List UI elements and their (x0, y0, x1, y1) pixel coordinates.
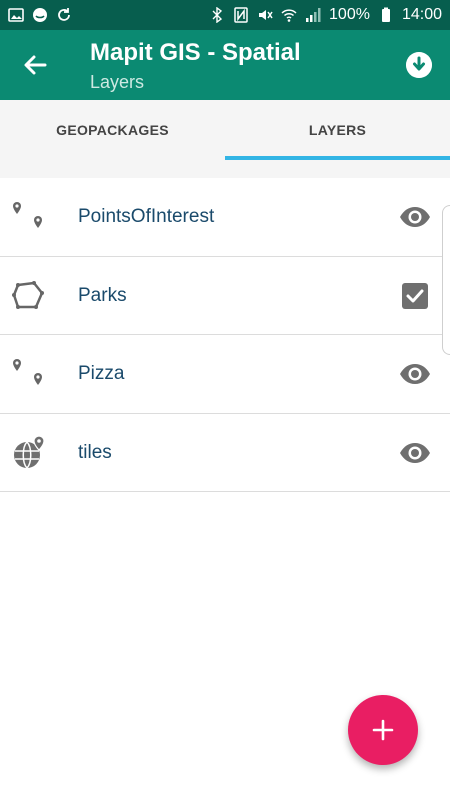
add-layer-button[interactable] (348, 695, 418, 765)
layer-name: tiles (78, 441, 112, 463)
tab-bar: GEOPACKAGES LAYERS (0, 100, 450, 178)
eye-icon[interactable] (398, 359, 432, 389)
checkbox-checked-icon[interactable] (398, 281, 432, 311)
points-icon (13, 359, 42, 385)
layer-row-pizza[interactable]: Pizza (0, 335, 450, 414)
download-icon[interactable] (406, 52, 432, 78)
tab-selected-indicator (225, 156, 450, 160)
layer-row-tiles[interactable]: tiles (0, 414, 450, 492)
battery-icon (381, 7, 390, 22)
eye-icon[interactable] (398, 438, 432, 468)
bluetooth-icon (212, 7, 223, 23)
status-bar: 100% 14:00 (0, 0, 450, 30)
app-bar: Mapit GIS - Spatial Layers (0, 30, 450, 100)
page-title: Mapit GIS - Spatial (90, 39, 301, 66)
globe-pin-icon (14, 434, 45, 469)
layer-name: Parks (78, 284, 127, 306)
nfc-icon (234, 7, 248, 23)
layer-name: Pizza (78, 363, 125, 384)
gallery-icon (8, 8, 24, 22)
mute-icon (259, 10, 273, 20)
page-subtitle: Layers (90, 72, 145, 92)
tab-layers[interactable]: LAYERS (225, 100, 450, 160)
layer-row-parks[interactable]: Parks (0, 257, 450, 335)
status-right: 100% 14:00 (209, 6, 442, 24)
scroll-handle[interactable] (442, 205, 450, 355)
polygon-icon (12, 280, 44, 309)
status-left-icons (8, 7, 72, 23)
battery-percent: 100% (329, 6, 370, 23)
eye-icon[interactable] (398, 202, 432, 232)
clock: 14:00 (401, 6, 442, 23)
layer-list: PointsOfInterest Parks Pizza tiles (0, 178, 450, 492)
wifi-icon (281, 9, 297, 22)
messenger-icon (33, 8, 47, 22)
layer-name: PointsOfInterest (78, 206, 215, 227)
plus-icon (372, 719, 394, 741)
sync-icon (58, 8, 70, 21)
back-arrow-icon[interactable] (20, 50, 50, 80)
signal-icon (306, 8, 321, 22)
layer-row-pointsofinterest[interactable]: PointsOfInterest (0, 178, 450, 257)
tab-geopackages[interactable]: GEOPACKAGES (0, 100, 225, 160)
points-icon (13, 202, 42, 228)
